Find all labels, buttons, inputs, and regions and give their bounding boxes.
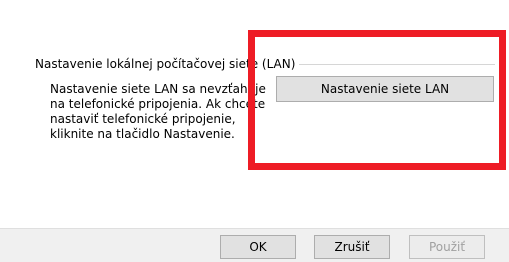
apply-button[interactable]: Použiť (409, 235, 485, 259)
cancel-button[interactable]: Zrušiť (314, 235, 390, 259)
lan-group-description: Nastavenie siete LAN sa nevzťahuje na te… (50, 82, 266, 141)
ok-button[interactable]: OK (220, 235, 296, 259)
internet-options-dialog: Nastavenie lokálnej počítačovej siete (L… (0, 0, 509, 262)
lan-settings-button[interactable]: Nastavenie siete LAN (276, 76, 494, 102)
dialog-footer: OK Zrušiť Použiť (0, 228, 509, 262)
lan-group-title: Nastavenie lokálnej počítačovej siete (L… (35, 56, 300, 72)
lan-group-header: Nastavenie lokálnej počítačovej siete (L… (35, 56, 495, 72)
